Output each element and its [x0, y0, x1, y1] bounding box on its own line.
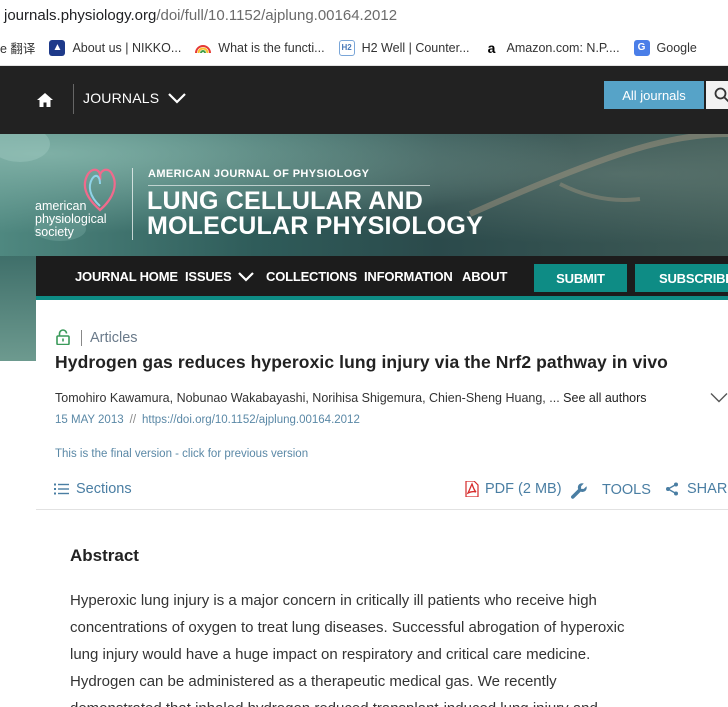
home-icon[interactable]	[36, 92, 54, 108]
author-list: Tomohiro Kawamura, Nobunao Wakabayashi, …	[55, 391, 647, 405]
share-label: SHARE	[687, 481, 728, 497]
journals-label: JOURNALS	[83, 90, 160, 106]
nav-about[interactable]: ABOUT	[462, 269, 507, 284]
abstract-line: demonstrated that inhaled hydrogen reduc…	[70, 695, 710, 707]
url-path: /doi/full/10.1152/ajplung.00164.2012	[156, 6, 398, 24]
url-host: journals.physiology.org	[4, 6, 157, 24]
bookmark-label: Amazon.com: N.P....	[506, 40, 620, 55]
subscribe-label: SUBSCRIBE	[659, 270, 728, 286]
h2well-icon: H2	[338, 39, 355, 56]
banner-left-strip	[0, 256, 36, 361]
pdf-download-button[interactable]: PDF (2 MB)	[465, 481, 562, 497]
share-icon	[666, 482, 678, 496]
bookmark-label: e 翻译	[0, 42, 36, 56]
pdf-label: PDF (2 MB)	[485, 481, 562, 497]
bookmark-translate[interactable]: e 翻译	[0, 38, 35, 57]
google-translate-icon: G	[633, 39, 650, 56]
nav-information[interactable]: INFORMATION	[364, 269, 453, 284]
journal-title-rule	[148, 185, 430, 186]
journal-nav: JOURNAL HOME ISSUES COLLECTIONS INFORMAT…	[36, 256, 728, 300]
amazon-icon: a	[483, 39, 500, 56]
pdf-icon	[465, 481, 479, 497]
chevron-down-icon	[168, 93, 187, 104]
nikko-icon: ▲	[49, 39, 66, 56]
bookmark-h2well[interactable]: H2 H2 Well | Counter...	[338, 39, 470, 56]
share-button[interactable]: SHARE	[665, 481, 728, 497]
banner-separator	[132, 168, 133, 240]
abstract-line: Hydrogen can be administered as a therap…	[70, 673, 557, 690]
list-icon	[54, 483, 69, 495]
abstract-line: lung injury would have a huge impact on …	[70, 646, 591, 663]
chevron-down-icon	[238, 272, 255, 282]
bookmark-label: What is the functi...	[218, 40, 325, 55]
nav-label: ISSUES	[185, 269, 232, 284]
see-all-authors-link[interactable]: See all authors	[563, 391, 646, 405]
authors-text: Tomohiro Kawamura, Nobunao Wakabayashi, …	[55, 391, 560, 405]
nav-label: INFORMATION	[364, 269, 453, 284]
search-input[interactable]	[706, 81, 728, 109]
search-icon[interactable]	[714, 87, 728, 103]
open-lock-icon	[56, 329, 70, 345]
journal-title[interactable]: LUNG CELLULAR AND MOLECULAR PHYSIOLOGY	[147, 189, 483, 239]
abstract-heading: Abstract	[70, 546, 139, 565]
journal-series-title: AMERICAN JOURNAL OF PHYSIOLOGY	[148, 168, 370, 180]
submit-label: SUBMIT	[556, 270, 605, 286]
bookmark-label: About us | NIKKO...	[72, 40, 182, 55]
journals-dropdown[interactable]: JOURNALS	[83, 90, 187, 106]
article-category: Articles	[90, 330, 138, 346]
subscribe-button[interactable]: SUBSCRIBE	[635, 264, 728, 292]
bookmark-label: Google	[656, 40, 697, 55]
bookmark-google[interactable]: G Google	[633, 39, 697, 56]
wrench-icon[interactable]	[570, 482, 588, 500]
date-separator: //	[129, 414, 137, 426]
all-journals-button[interactable]: All journals	[604, 81, 704, 109]
journal-title-line-2: MOLECULAR PHYSIOLOGY	[147, 212, 483, 240]
nav-label: JOURNAL HOME	[75, 269, 178, 284]
doi-link[interactable]: https://doi.org/10.1152/ajplung.00164.20…	[142, 414, 360, 426]
article-title: Hydrogen gas reduces hyperoxic lung inju…	[55, 352, 668, 372]
bookmark-nikko[interactable]: ▲ About us | NIKKO...	[49, 39, 182, 56]
submit-button[interactable]: SUBMIT	[534, 264, 627, 292]
bookmark-label: H2 Well | Counter...	[361, 40, 470, 55]
nav-label: COLLECTIONS	[266, 269, 357, 284]
bookmark-amazon[interactable]: a Amazon.com: N.P....	[483, 39, 620, 56]
abstract-line: concentrations of oxygen to treat lung d…	[70, 619, 625, 636]
nav-label: ABOUT	[462, 269, 508, 284]
nav-journal-home[interactable]: JOURNAL HOME	[75, 269, 178, 284]
nav-separator	[73, 84, 74, 114]
toolbar-divider	[36, 509, 728, 510]
abstract-body: Hyperoxic lung injury is a major concern…	[70, 587, 710, 707]
all-journals-label: All journals	[622, 87, 686, 103]
publication-info: 15 MAY 2013 // https://doi.org/10.1152/ajp…	[55, 414, 360, 426]
publication-date: 15 MAY 2013	[55, 414, 124, 426]
bookmark-what-is[interactable]: What is the functi...	[195, 40, 325, 56]
nav-collections[interactable]: COLLECTIONS	[266, 269, 357, 284]
nav-issues[interactable]: ISSUES	[185, 269, 255, 284]
rainbow-icon	[195, 40, 212, 56]
site-top-nav: JOURNALS All journals	[0, 66, 728, 134]
society-line-3: society	[35, 225, 74, 239]
tools-button[interactable]: TOOLS	[602, 482, 651, 498]
chevron-down-icon[interactable]	[710, 392, 728, 403]
sections-button[interactable]: Sections	[54, 481, 132, 497]
sections-label: Sections	[76, 481, 132, 497]
version-link[interactable]: This is the final version - click for pr…	[55, 448, 308, 460]
bookmarks-bar: e 翻译 ▲ About us | NIKKO... What is the f…	[0, 30, 728, 66]
abstract-line: Hyperoxic lung injury is a major concern…	[70, 592, 597, 609]
journal-title-line-1: LUNG CELLULAR AND	[147, 187, 424, 215]
society-logo-text[interactable]: american physiological society	[35, 200, 107, 239]
address-bar[interactable]: journals.physiology.org/doi/full/10.1152…	[0, 0, 728, 30]
category-separator	[81, 330, 82, 346]
